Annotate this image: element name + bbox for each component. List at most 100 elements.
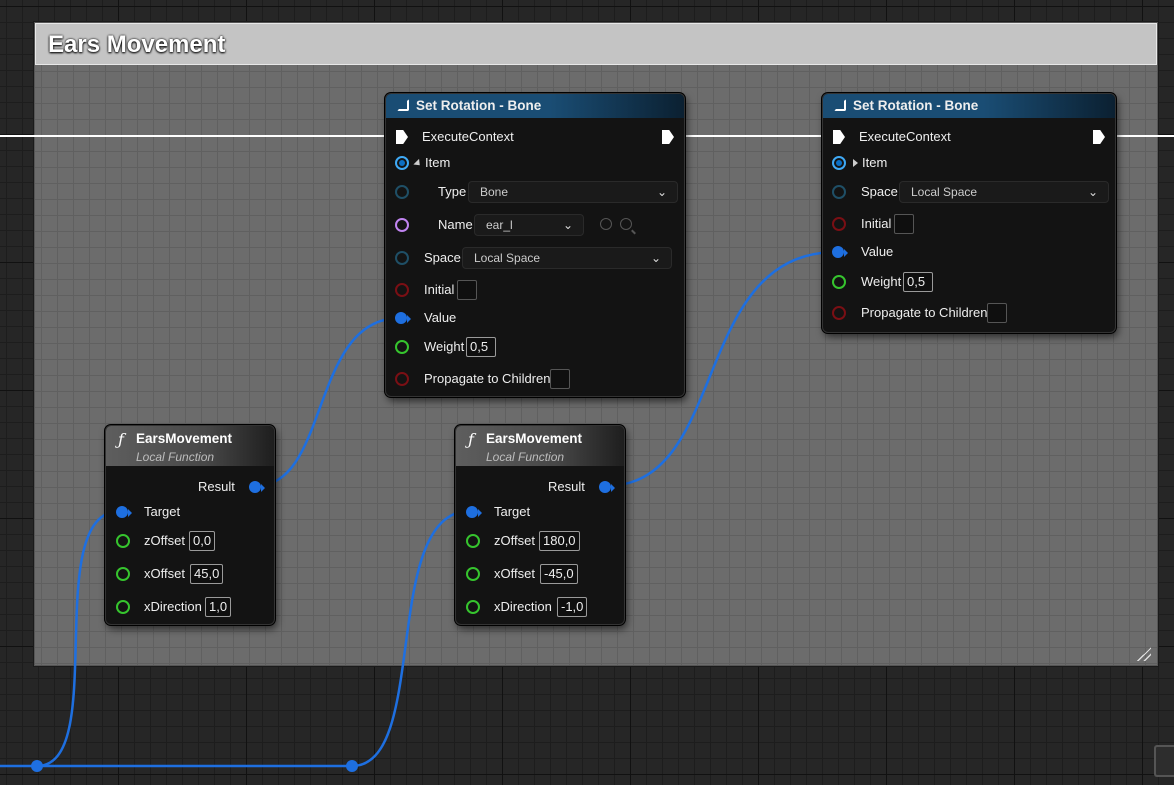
exec-label: ExecuteContext [859, 129, 951, 144]
xoffset-label: xOffset [144, 566, 185, 581]
xdirection-row: xDirection 1,0 [106, 594, 274, 620]
type-dropdown[interactable]: Bone ⌄ [468, 181, 678, 203]
space-pin[interactable] [832, 185, 846, 199]
type-label: Type [438, 184, 467, 199]
space-value: Local Space [911, 185, 978, 199]
xoffset-input[interactable]: -45,0 [540, 564, 578, 584]
expand-arrow-icon[interactable] [853, 159, 858, 168]
reroute-node-2[interactable] [346, 760, 358, 772]
xdirection-input[interactable]: 1,0 [205, 597, 232, 617]
xoffset-row: xOffset -45,0 [456, 561, 624, 587]
comment-title[interactable]: Ears Movement [35, 23, 1157, 65]
value-label: Value [424, 310, 457, 325]
result-label: Result [198, 479, 235, 494]
xdirection-label: xDirection [494, 599, 552, 614]
propagate-label: Propagate to Children [424, 371, 551, 386]
space-value: Local Space [474, 251, 541, 265]
node-header[interactable]: Set Rotation - Bone [386, 94, 684, 118]
name-dropdown[interactable]: ear_l ⌄ [474, 214, 584, 236]
type-pin[interactable] [395, 185, 409, 199]
offscreen-node-edge[interactable] [1154, 745, 1174, 777]
name-label: Name [438, 217, 473, 232]
node-header[interactable]: ƒ EarsMovement Local Function [106, 426, 274, 466]
exec-in-pin[interactable] [396, 130, 408, 144]
target-row: Target [106, 499, 274, 525]
item-pin[interactable] [832, 156, 846, 170]
exec-out-pin[interactable] [1093, 130, 1105, 144]
name-pin[interactable] [395, 218, 409, 232]
initial-checkbox[interactable] [894, 214, 914, 234]
comment-resize-grip[interactable] [1137, 647, 1151, 661]
zoffset-pin[interactable] [466, 534, 480, 548]
result-pin[interactable] [599, 481, 615, 493]
node-header[interactable]: ƒ EarsMovement Local Function [456, 426, 624, 466]
exec-in-pin[interactable] [833, 130, 845, 144]
item-pin[interactable] [395, 156, 409, 170]
space-dropdown[interactable]: Local Space ⌄ [899, 181, 1109, 203]
zoffset-input[interactable]: 180,0 [539, 531, 580, 551]
xoffset-pin[interactable] [116, 567, 130, 581]
node-title: Set Rotation - Bone [416, 98, 542, 113]
target-pin[interactable] [466, 506, 482, 518]
reroute-node-1[interactable] [31, 760, 43, 772]
xdirection-input[interactable]: -1,0 [557, 597, 588, 617]
set-rotation-bone-node-1[interactable]: Set Rotation - Bone ExecuteContext Item … [385, 93, 685, 397]
initial-row: Initial [823, 211, 1115, 237]
rig-unit-icon [834, 99, 846, 111]
propagate-checkbox[interactable] [987, 303, 1007, 323]
target-label: Target [144, 504, 181, 519]
weight-input[interactable]: 0,5 [466, 337, 496, 357]
xdirection-pin[interactable] [466, 600, 480, 614]
xoffset-label: xOffset [494, 566, 535, 581]
zoffset-label: zOffset [494, 533, 535, 548]
exec-row: ExecuteContext [823, 124, 1115, 150]
function-icon: ƒ [468, 430, 474, 449]
item-row: Item [823, 150, 1115, 176]
xoffset-input[interactable]: 45,0 [190, 564, 224, 584]
target-label: Target [494, 504, 531, 519]
collapse-arrow-icon[interactable] [413, 158, 423, 168]
target-pin[interactable] [116, 506, 132, 518]
exec-row: ExecuteContext [386, 124, 684, 150]
xoffset-pin[interactable] [466, 567, 480, 581]
space-row: Space Local Space ⌄ [823, 179, 1115, 205]
node-header[interactable]: Set Rotation - Bone [823, 94, 1115, 118]
node-title: EarsMovement [486, 431, 583, 446]
node-title: Set Rotation - Bone [853, 98, 979, 113]
set-rotation-bone-node-2[interactable]: Set Rotation - Bone ExecuteContext Item … [822, 93, 1116, 333]
space-label: Space [861, 184, 898, 199]
zoffset-pin[interactable] [116, 534, 130, 548]
initial-checkbox[interactable] [457, 280, 477, 300]
xdirection-pin[interactable] [116, 600, 130, 614]
propagate-row: Propagate to Children [823, 300, 1115, 326]
propagate-label: Propagate to Children [861, 305, 988, 320]
propagate-checkbox[interactable] [550, 369, 570, 389]
node-subtitle: Local Function [136, 450, 215, 464]
initial-pin[interactable] [395, 283, 409, 297]
value-pin[interactable] [395, 312, 411, 324]
propagate-pin[interactable] [832, 306, 846, 320]
chevron-down-icon: ⌄ [1087, 185, 1098, 199]
initial-pin[interactable] [832, 217, 846, 231]
type-row: Type Bone ⌄ [386, 179, 684, 205]
weight-row: Weight 0,5 [386, 334, 684, 360]
space-pin[interactable] [395, 251, 409, 265]
weight-pin[interactable] [395, 340, 409, 354]
exec-out-pin[interactable] [662, 130, 674, 144]
function-icon: ƒ [118, 430, 124, 449]
result-pin[interactable] [249, 481, 265, 493]
space-dropdown[interactable]: Local Space ⌄ [462, 247, 672, 269]
space-label: Space [424, 250, 461, 265]
ears-movement-node-2[interactable]: ƒ EarsMovement Local Function Result Tar… [455, 425, 625, 625]
zoffset-input[interactable]: 0,0 [189, 531, 216, 551]
value-pin[interactable] [832, 246, 848, 258]
ears-movement-node-1[interactable]: ƒ EarsMovement Local Function Result Tar… [105, 425, 275, 625]
propagate-pin[interactable] [395, 372, 409, 386]
weight-input[interactable]: 0,5 [903, 272, 933, 292]
xdirection-label: xDirection [144, 599, 202, 614]
weight-pin[interactable] [832, 275, 846, 289]
use-selected-icon[interactable] [600, 218, 612, 230]
initial-label: Initial [424, 282, 455, 297]
weight-label: Weight [861, 274, 902, 289]
search-icon[interactable] [620, 218, 632, 230]
